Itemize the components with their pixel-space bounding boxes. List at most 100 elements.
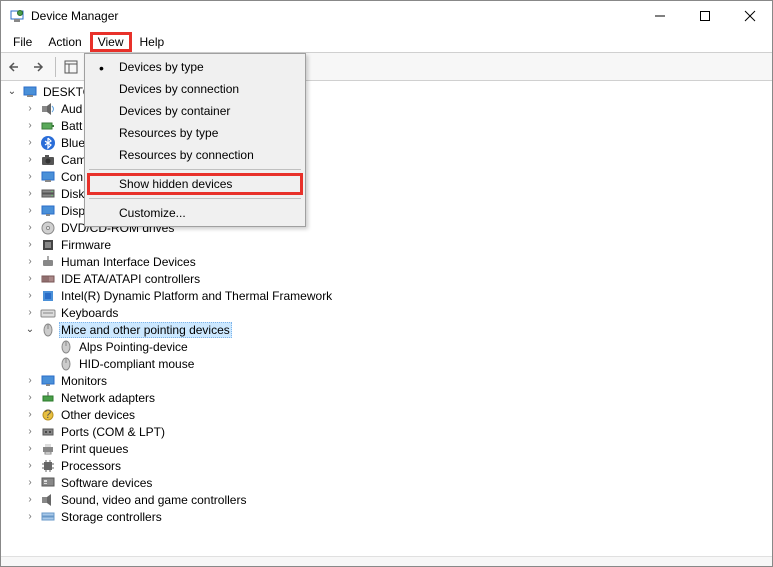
other-icon: ? [40,407,56,423]
close-button[interactable] [727,1,772,31]
view-menu-dropdown: Devices by typeDevices by connectionDevi… [84,53,306,227]
expand-arrow-icon[interactable]: › [23,222,37,233]
computer-icon [40,169,56,185]
expand-arrow-icon[interactable]: › [23,188,37,199]
expand-arrow-icon[interactable]: › [23,426,37,437]
expand-arrow-icon[interactable]: › [23,392,37,403]
expand-arrow-icon[interactable]: › [23,375,37,386]
node-label: Keyboards [59,306,120,320]
display-icon [40,203,56,219]
node-label: Human Interface Devices [59,255,198,269]
forward-button[interactable] [29,56,51,78]
firmware-icon [40,237,56,253]
expand-arrow-icon[interactable]: › [23,477,37,488]
sound-icon [40,492,56,508]
node-label: Blue [59,136,87,150]
show-hide-tree-button[interactable] [60,56,82,78]
expand-arrow-icon[interactable]: › [23,137,37,148]
window-title: Device Manager [31,9,118,23]
menu-bar: File Action View Help [1,31,772,53]
expand-arrow-icon[interactable]: › [23,273,37,284]
expand-arrow-icon[interactable]: › [23,290,37,301]
computer-icon [22,84,38,100]
node-label: Monitors [59,374,109,388]
expand-arrow-icon[interactable]: › [23,103,37,114]
expand-arrow-icon[interactable]: › [23,239,37,250]
svg-text:?: ? [45,407,52,421]
tree-node[interactable]: › Processors [21,457,770,474]
node-label: Batt [59,119,84,133]
menu-separator [89,169,301,170]
node-label: IDE ATA/ATAPI controllers [59,272,202,286]
menu-item[interactable]: Resources by type [87,122,303,144]
expand-arrow-icon[interactable]: › [23,409,37,420]
back-button[interactable] [5,56,27,78]
printer-icon [40,441,56,457]
tree-node[interactable]: › Print queues [21,440,770,457]
expand-arrow-icon[interactable]: › [23,205,37,216]
menu-item[interactable]: Devices by type [87,56,303,78]
menu-action[interactable]: Action [40,33,89,51]
ide-icon [40,271,56,287]
tree-child-node[interactable]: Alps Pointing-device [39,338,770,355]
menu-view[interactable]: View [90,32,132,52]
expand-arrow-icon[interactable]: › [23,443,37,454]
node-label: Other devices [59,408,137,422]
tree-node[interactable]: ⌄ Mice and other pointing devices [21,321,770,338]
app-icon [9,8,25,24]
menu-item[interactable]: Devices by connection [87,78,303,100]
toolbar-separator [55,57,56,77]
expand-arrow-icon[interactable]: › [23,256,37,267]
port-icon [40,424,56,440]
minimize-button[interactable] [637,1,682,31]
node-label: Intel(R) Dynamic Platform and Thermal Fr… [59,289,334,303]
expand-arrow-icon[interactable]: › [23,460,37,471]
expand-arrow-icon[interactable]: › [23,511,37,522]
expand-arrow-icon[interactable]: › [23,307,37,318]
tree-node[interactable]: ›? Other devices [21,406,770,423]
title-bar: Device Manager [1,1,772,31]
bluetooth-icon [40,135,56,151]
tree-node[interactable]: ›Sound, video and game controllers [21,491,770,508]
tree-node[interactable]: › Keyboards [21,304,770,321]
expand-arrow-icon[interactable]: › [23,171,37,182]
menu-item[interactable]: Devices by container [87,100,303,122]
tree-node[interactable]: › Human Interface Devices [21,253,770,270]
node-label: Print queues [59,442,130,456]
keyboard-icon [40,305,56,321]
tree-node[interactable]: ›Ports (COM & LPT) [21,423,770,440]
tree-node[interactable]: › Intel(R) Dynamic Platform and Thermal F… [21,287,770,304]
tree-node[interactable]: ›Software devices [21,474,770,491]
node-label: Disp [59,204,87,218]
expand-arrow-icon[interactable]: ⌄ [23,324,37,335]
node-label: Aud [59,102,84,116]
hid-icon [40,254,56,270]
monitor-icon [40,373,56,389]
node-label: Mice and other pointing devices [59,322,232,338]
expand-arrow-icon[interactable]: ⌄ [5,86,19,97]
expand-arrow-icon[interactable]: › [23,120,37,131]
dvd-icon [40,220,56,236]
menu-item[interactable]: Show hidden devices [87,173,303,195]
tree-node[interactable]: › Monitors [21,372,770,389]
node-label: Network adapters [59,391,157,405]
node-label: Con [59,170,85,184]
tree-node[interactable]: ›Storage controllers [21,508,770,525]
tree-node[interactable]: › Firmware [21,236,770,253]
maximize-button[interactable] [682,1,727,31]
menu-help[interactable]: Help [132,33,173,51]
menu-file[interactable]: File [5,33,40,51]
processor-icon [40,458,56,474]
menu-item[interactable]: Resources by connection [87,144,303,166]
menu-separator [89,198,301,199]
expand-arrow-icon[interactable]: › [23,154,37,165]
intel-icon [40,288,56,304]
menu-item[interactable]: Customize... [87,202,303,224]
tree-node[interactable]: › IDE ATA/ATAPI controllers [21,270,770,287]
expand-arrow-icon[interactable]: › [23,494,37,505]
tree-node[interactable]: › Network adapters [21,389,770,406]
tree-child-node[interactable]: HID-compliant mouse [39,355,770,372]
node-label: Processors [59,459,123,473]
node-label: Firmware [59,238,113,252]
mouse-icon [58,339,74,355]
